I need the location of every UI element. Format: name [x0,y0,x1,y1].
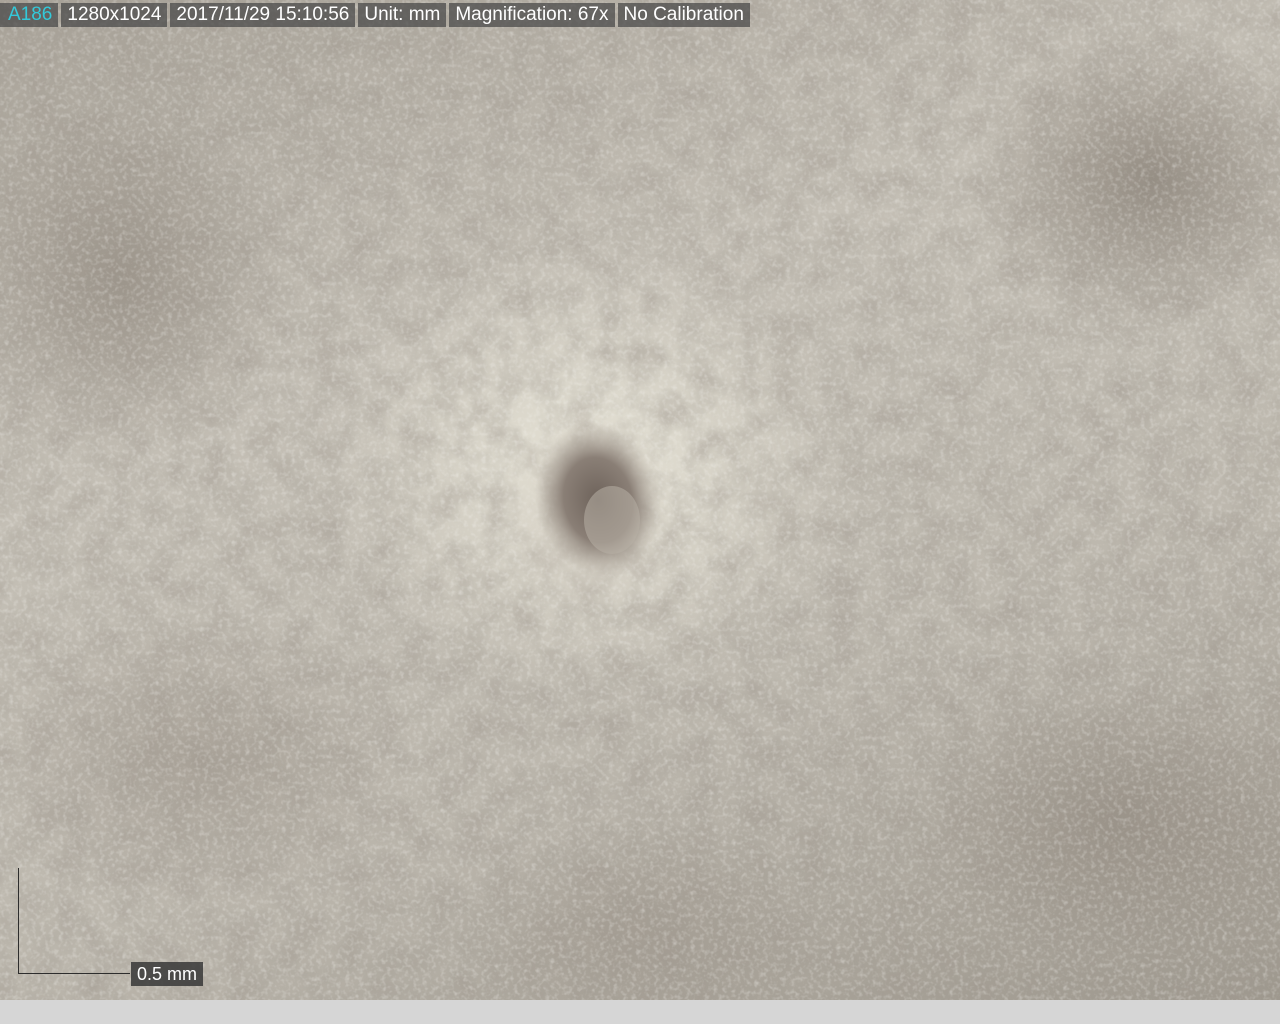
capture-info-bar: A186 1280x1024 2017/11/29 15:10:56 Unit:… [0,3,750,27]
scale-bar-horizontal-line [18,973,130,974]
specimen-texture [0,0,1280,1000]
scale-bar-label: 0.5 mm [131,962,204,986]
image-id-label: A186 [0,3,59,27]
unit-label: Unit: mm [358,3,447,27]
scale-bar-vertical-line [18,868,19,974]
resolution-label: 1280x1024 [61,3,168,27]
datetime-label: 2017/11/29 15:10:56 [170,3,356,27]
calibration-label: No Calibration [617,3,750,27]
microscope-image-viewport: A186 1280x1024 2017/11/29 15:10:56 Unit:… [0,0,1280,1000]
magnification-label: Magnification: 67x [449,3,615,27]
bottom-status-strip [0,1000,1280,1024]
